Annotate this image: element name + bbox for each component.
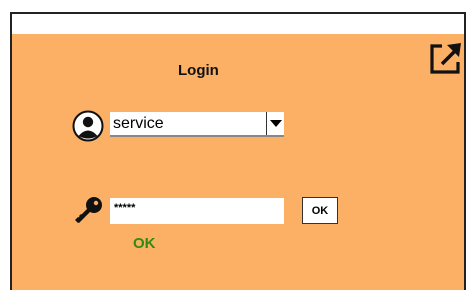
user-select-value: service [113,115,164,132]
password-field[interactable] [110,198,284,224]
chevron-down-icon[interactable] [266,112,284,135]
user-circle-icon [72,110,104,142]
login-title: Login [178,62,219,79]
open-external-icon[interactable] [428,40,464,76]
status-text: OK [133,235,156,252]
user-select[interactable]: service [110,112,284,137]
login-panel [12,34,464,290]
ok-button[interactable]: OK [302,197,338,224]
key-icon [75,197,102,223]
